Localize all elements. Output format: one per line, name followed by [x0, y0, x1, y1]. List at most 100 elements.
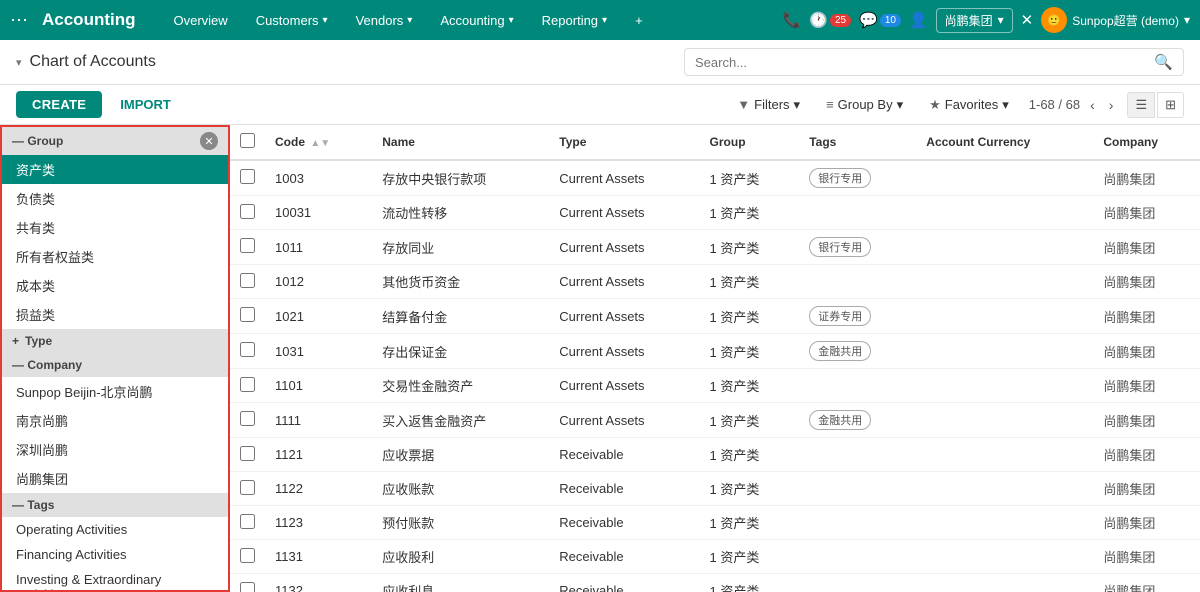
table-row[interactable]: 1132 应收利息 Receivable 1 资产类 尚鹏集团 [230, 574, 1200, 592]
table-row[interactable]: 10031 流动性转移 Current Assets 1 资产类 尚鹏集团 [230, 196, 1200, 230]
nav-customers[interactable]: Customers ▾ [242, 0, 342, 40]
row-checkbox-cell[interactable] [230, 230, 265, 265]
nav-accounting[interactable]: Accounting ▾ [426, 0, 527, 40]
create-button[interactable]: CREATE [16, 91, 102, 118]
row-code[interactable]: 1132 [265, 574, 372, 592]
sidebar-item-beijing[interactable]: Sunpop Beijin-北京尚鹏 [2, 377, 228, 406]
row-code[interactable]: 1031 [265, 334, 372, 369]
row-code[interactable]: 1111 [265, 403, 372, 438]
table-row[interactable]: 1031 存出保证金 Current Assets 1 资产类 金融共用 尚鹏集… [230, 334, 1200, 369]
sidebar-item-nanjing[interactable]: 南京尚鹏 [2, 406, 228, 435]
table-row[interactable]: 1021 结算备付金 Current Assets 1 资产类 证券专用 尚鹏集… [230, 299, 1200, 334]
nav-overview[interactable]: Overview [160, 0, 242, 40]
prev-page-button[interactable]: ‹ [1086, 95, 1099, 115]
row-checkbox[interactable] [240, 582, 255, 592]
row-name[interactable]: 应收票据 [372, 438, 549, 472]
list-view-button[interactable]: ☰ [1127, 92, 1155, 118]
sidebar-tags-header[interactable]: — Tags [2, 493, 228, 517]
filters-button[interactable]: ▼ Filters ▾ [727, 93, 810, 117]
sidebar-item-equity[interactable]: 所有者权益类 [2, 242, 228, 271]
row-name[interactable]: 流动性转移 [372, 196, 549, 230]
row-checkbox-cell[interactable] [230, 196, 265, 230]
sidebar-type-header[interactable]: + Type [2, 329, 228, 353]
sidebar-item-pnl[interactable]: 损益类 [2, 300, 228, 329]
row-checkbox[interactable] [240, 342, 255, 357]
row-code[interactable]: 1123 [265, 506, 372, 540]
sidebar-item-shenzhen[interactable]: 深圳尚鹏 [2, 435, 228, 464]
row-checkbox[interactable] [240, 411, 255, 426]
row-checkbox[interactable] [240, 238, 255, 253]
row-checkbox-cell[interactable] [230, 574, 265, 592]
row-checkbox-cell[interactable] [230, 369, 265, 403]
row-code[interactable]: 10031 [265, 196, 372, 230]
breadcrumb-chevron[interactable]: ▾ [16, 56, 22, 69]
grid-view-button[interactable]: ⊞ [1157, 92, 1184, 118]
sidebar-group-header[interactable]: — Group ✕ [2, 127, 228, 155]
nav-add-button[interactable]: + [621, 0, 657, 40]
row-checkbox[interactable] [240, 377, 255, 392]
contacts-icon[interactable]: 👤 [909, 11, 928, 29]
sidebar-company-header[interactable]: — Company [2, 353, 228, 377]
sidebar-item-assets[interactable]: 资产类 [2, 155, 228, 184]
row-code[interactable]: 1003 [265, 160, 372, 196]
row-code[interactable]: 1011 [265, 230, 372, 265]
search-input[interactable] [695, 55, 1154, 70]
row-checkbox-cell[interactable] [230, 506, 265, 540]
table-row[interactable]: 1121 应收票据 Receivable 1 资产类 尚鹏集团 [230, 438, 1200, 472]
table-row[interactable]: 1131 应收股利 Receivable 1 资产类 尚鹏集团 [230, 540, 1200, 574]
row-name[interactable]: 其他货币资金 [372, 265, 549, 299]
row-checkbox-cell[interactable] [230, 472, 265, 506]
nav-vendors[interactable]: Vendors ▾ [342, 0, 427, 40]
row-checkbox-cell[interactable] [230, 540, 265, 574]
table-row[interactable]: 1122 应收账款 Receivable 1 资产类 尚鹏集团 [230, 472, 1200, 506]
select-all-column[interactable] [230, 125, 265, 160]
row-checkbox-cell[interactable] [230, 403, 265, 438]
sidebar-item-group[interactable]: 尚鹏集团 [2, 464, 228, 493]
row-name[interactable]: 应收股利 [372, 540, 549, 574]
code-column-header[interactable]: Code ▲▼ [265, 125, 372, 160]
table-row[interactable]: 1111 买入返售金融资产 Current Assets 1 资产类 金融共用 … [230, 403, 1200, 438]
sidebar-item-operating[interactable]: Operating Activities [2, 517, 228, 542]
row-name[interactable]: 存放同业 [372, 230, 549, 265]
phone-icon[interactable]: 📞 [783, 11, 802, 29]
row-checkbox[interactable] [240, 273, 255, 288]
row-checkbox-cell[interactable] [230, 334, 265, 369]
row-name[interactable]: 预付账款 [372, 506, 549, 540]
row-checkbox[interactable] [240, 480, 255, 495]
row-code[interactable]: 1131 [265, 540, 372, 574]
row-checkbox-cell[interactable] [230, 438, 265, 472]
sidebar-item-financing[interactable]: Financing Activities [2, 542, 228, 567]
table-row[interactable]: 1123 预付账款 Receivable 1 资产类 尚鹏集团 [230, 506, 1200, 540]
row-checkbox-cell[interactable] [230, 299, 265, 334]
row-name[interactable]: 应收账款 [372, 472, 549, 506]
row-code[interactable]: 1012 [265, 265, 372, 299]
row-name[interactable]: 买入返售金融资产 [372, 403, 549, 438]
search-icon[interactable]: 🔍 [1154, 53, 1173, 71]
company-selector[interactable]: 尚鹏集团 ▾ [936, 8, 1013, 33]
row-code[interactable]: 1122 [265, 472, 372, 506]
table-row[interactable]: 1012 其他货币资金 Current Assets 1 资产类 尚鹏集团 [230, 265, 1200, 299]
close-icon[interactable]: ✕ [1021, 11, 1034, 29]
row-code[interactable]: 1021 [265, 299, 372, 334]
next-page-button[interactable]: › [1105, 95, 1118, 115]
row-checkbox-cell[interactable] [230, 160, 265, 196]
sidebar-item-shared[interactable]: 共有类 [2, 213, 228, 242]
sidebar-item-investing[interactable]: Investing & Extraordinary Activities [2, 567, 228, 592]
search-bar[interactable]: 🔍 [684, 48, 1184, 76]
user-menu[interactable]: 🙂 Sunpop超营 (demo) ▾ [1041, 7, 1190, 33]
row-name[interactable]: 应收利息 [372, 574, 549, 592]
row-checkbox[interactable] [240, 548, 255, 563]
row-checkbox[interactable] [240, 169, 255, 184]
row-name[interactable]: 存出保证金 [372, 334, 549, 369]
row-checkbox[interactable] [240, 204, 255, 219]
select-all-checkbox[interactable] [240, 133, 255, 148]
group-by-button[interactable]: ≡ Group By ▾ [816, 93, 913, 117]
row-checkbox[interactable] [240, 514, 255, 529]
favorites-button[interactable]: ★ Favorites ▾ [919, 93, 1019, 117]
row-checkbox-cell[interactable] [230, 265, 265, 299]
sidebar-item-cost[interactable]: 成本类 [2, 271, 228, 300]
table-row[interactable]: 1101 交易性金融资产 Current Assets 1 资产类 尚鹏集团 [230, 369, 1200, 403]
import-button[interactable]: IMPORT [112, 91, 179, 118]
app-grid-icon[interactable]: ⋯ [10, 10, 28, 31]
table-row[interactable]: 1011 存放同业 Current Assets 1 资产类 银行专用 尚鹏集团 [230, 230, 1200, 265]
